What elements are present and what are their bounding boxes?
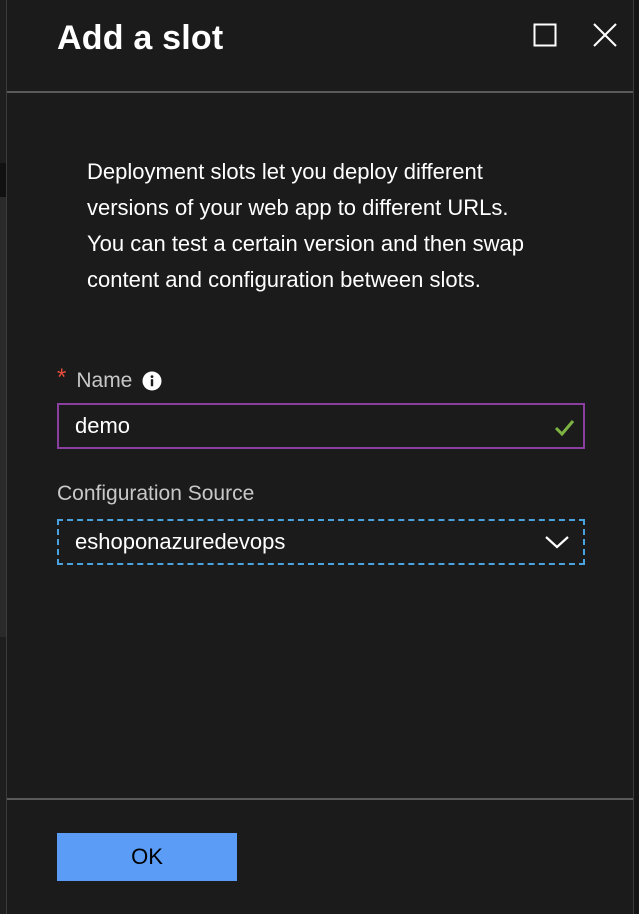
checkmark-icon xyxy=(554,420,575,437)
name-input[interactable] xyxy=(59,405,583,447)
info-icon[interactable] xyxy=(142,371,162,391)
config-source-value: eshoponazuredevops xyxy=(75,529,286,554)
close-icon xyxy=(593,23,617,47)
description-text: Deployment slots let you deploy differen… xyxy=(87,159,525,292)
blade-header: Add a slot xyxy=(7,0,633,93)
config-source-label: Configuration Source xyxy=(57,482,255,505)
ok-button[interactable]: OK xyxy=(57,833,237,881)
footer-divider xyxy=(7,798,633,800)
name-label-row: * Name xyxy=(57,364,162,396)
name-field xyxy=(57,403,585,449)
config-source-dropdown[interactable]: eshoponazuredevops xyxy=(57,519,585,565)
page: Add a slot Deployment slots let you depl… xyxy=(0,0,639,914)
required-marker: * xyxy=(57,364,67,391)
add-slot-blade: Add a slot Deployment slots let you depl… xyxy=(6,0,634,914)
maximize-button[interactable] xyxy=(532,22,558,48)
chevron-down-icon xyxy=(543,528,571,556)
right-gutter xyxy=(634,0,639,914)
page-title: Add a slot xyxy=(57,19,224,57)
name-label: Name xyxy=(76,369,133,392)
square-icon xyxy=(533,23,557,47)
close-button[interactable] xyxy=(592,22,618,48)
